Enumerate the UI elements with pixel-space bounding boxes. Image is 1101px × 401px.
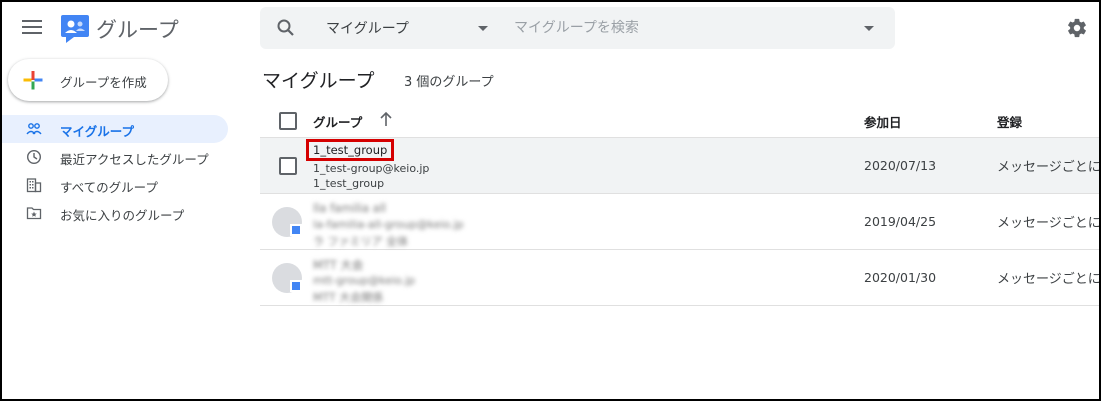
search-scope-label: マイグループ	[326, 21, 409, 37]
hamburger-menu-icon[interactable]	[22, 20, 42, 36]
group-name[interactable]: 1_test_group	[305, 139, 395, 161]
sidebar-item-favorites[interactable]: お気に入りのグループ	[0, 199, 228, 227]
subscription-setting[interactable]: メッセージごとに	[997, 268, 1101, 287]
group-description: ラ ファミリア 全体	[313, 235, 408, 248]
search-options-chevron-icon[interactable]	[864, 26, 874, 31]
create-group-button[interactable]: グループを作成	[8, 59, 168, 101]
group-name[interactable]: lla familia all	[313, 201, 386, 215]
select-all-checkbox[interactable]	[279, 112, 297, 130]
app-title: グループ	[96, 18, 179, 42]
subscription-setting[interactable]: メッセージごとに	[997, 212, 1101, 231]
column-header-group[interactable]: グループ	[313, 112, 362, 131]
sidebar-item-label: お気に入りのグループ	[60, 208, 185, 223]
google-groups-logo	[61, 15, 89, 43]
joined-date: 2020/01/30	[864, 270, 937, 285]
building-badge-icon	[290, 280, 302, 292]
table-header: グループ 参加日 登録	[260, 104, 1101, 138]
joined-date: 2019/04/25	[864, 214, 937, 229]
sort-ascending-icon[interactable]	[378, 110, 394, 128]
search-scope-dropdown[interactable]: マイグループ	[326, 7, 492, 49]
building-badge-icon	[290, 224, 302, 236]
create-group-label: グループを作成	[60, 75, 147, 90]
group-description: MTT 大会関係	[313, 291, 384, 304]
group-email: 1_test-group@keio.jp	[313, 162, 430, 175]
group-count: 3 個のグループ	[404, 75, 494, 90]
search-input[interactable]	[514, 13, 854, 43]
sidebar-item-recent[interactable]: 最近アクセスしたグループ	[0, 143, 228, 171]
joined-date: 2020/07/13	[864, 158, 937, 173]
plus-icon	[23, 71, 43, 90]
sidebar-item-all-groups[interactable]: すべてのグループ	[0, 171, 228, 199]
subscription-setting[interactable]: メッセージごとに	[997, 156, 1101, 175]
row-checkbox[interactable]	[279, 157, 297, 175]
chevron-down-icon	[478, 26, 488, 31]
group-email: la-familia-all-group@keio.jp	[313, 218, 464, 231]
group-name[interactable]: MTT 大会	[313, 257, 363, 273]
table-row[interactable]: 1_test_group 1_test-group@keio.jp 1_test…	[260, 138, 1101, 194]
group-email: mtt-group@keio.jp	[313, 274, 416, 287]
sidebar-item-label: マイグループ	[60, 124, 135, 139]
sidebar-item-label: 最近アクセスしたグループ	[60, 152, 209, 167]
people-icon	[26, 123, 42, 135]
gear-icon[interactable]	[1066, 17, 1088, 39]
search-bar: マイグループ	[260, 7, 895, 49]
building-icon	[26, 178, 42, 193]
table-row[interactable]: lla familia all la-familia-all-group@kei…	[260, 194, 1101, 250]
clock-icon	[26, 149, 42, 165]
column-header-subscription[interactable]: 登録	[997, 112, 1022, 131]
sidebar-item-label: すべてのグループ	[60, 180, 158, 195]
group-description: 1_test_group	[313, 177, 385, 190]
search-icon[interactable]	[276, 18, 296, 38]
star-folder-icon	[26, 207, 42, 220]
sidebar-item-my-groups[interactable]: マイグループ	[0, 115, 228, 143]
page-title: マイグループ	[262, 70, 375, 92]
table-row[interactable]: MTT 大会 mtt-group@keio.jp MTT 大会関係 2020/0…	[260, 250, 1101, 306]
column-header-joined[interactable]: 参加日	[864, 112, 902, 131]
